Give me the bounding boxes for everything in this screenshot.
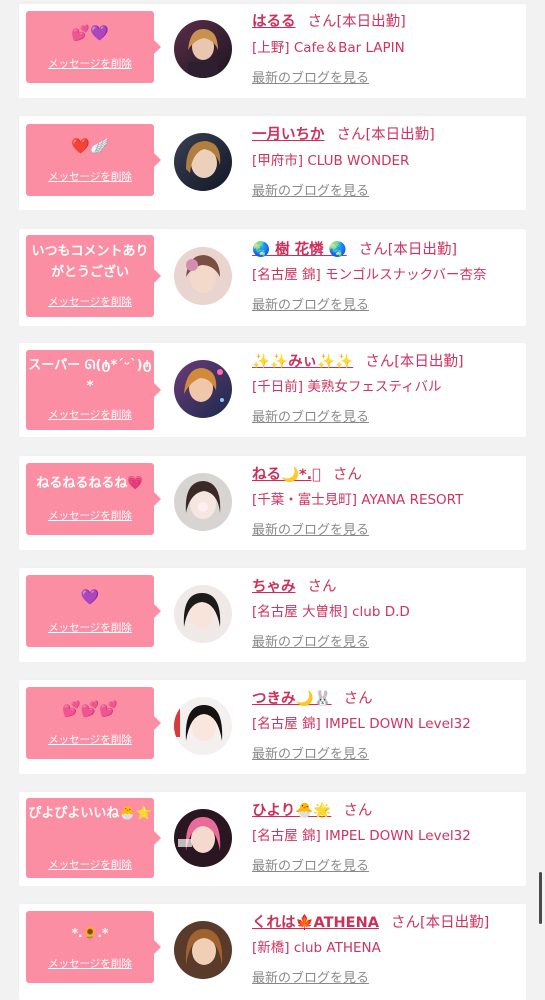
honorific: さん [332,467,362,483]
user-name-link[interactable]: つきみ🌙🐰 [252,691,332,707]
status-badge: [本日出勤] [365,127,435,143]
message-text: いつもコメントありがとうござい [31,244,149,280]
name-line: ✨✨みぃ✨✨ さん[本日出勤] [252,352,464,372]
list-item: 💜 メッセージを削除 ちゃみ さん [名古屋 大曽根] club D.D 最新のブ… [19,568,526,662]
avatar[interactable] [174,133,232,191]
avatar[interactable] [174,697,232,755]
latest-blog-link[interactable]: 最新のブログを見る [252,858,369,876]
message-text: 💕💜 [71,24,109,42]
honorific: さん [358,242,388,258]
avatar[interactable] [174,809,232,867]
name-line: はるる さん[本日出勤] [252,12,406,32]
user-name-link[interactable]: ひより🐣🌟 [252,803,331,819]
list-item: いつもコメントありがとうござい メッセージを削除 🌏 樹 花憐 🌏 さん[本日出勤… [19,229,526,326]
shop-name: [甲府市] CLUB WONDER [252,153,410,169]
shop-name: [名古屋 大曽根] club D.D [252,604,410,620]
scrollbar[interactable] [539,872,542,924]
latest-blog-link[interactable]: 最新のブログを見る [252,297,369,315]
shop-name: [名古屋 錦] IMPEL DOWN Level32 [252,828,471,844]
honorific: さん [365,354,395,370]
list-item: ぴよぴよいいね🐣⭐️ メッセージを削除 ひより🐣🌟 さん [名古屋 錦] IMPE… [19,792,526,886]
status-badge: [本日出勤] [419,915,490,931]
name-line: くれは🍁ATHENA さん[本日出勤] [252,913,489,933]
status-badge: [本日出勤] [394,354,464,370]
latest-blog-link[interactable]: 最新のブログを見る [252,970,369,988]
message-text: 💜 [80,588,100,606]
message-text: スーパー ᘏ(ტ*ˊᵕˋ)ტ* [28,358,152,394]
latest-blog-link[interactable]: 最新のブログを見る [252,70,369,88]
message-bubble: スーパー ᘏ(ტ*ˊᵕˋ)ტ* メッセージを削除 [26,350,161,430]
avatar[interactable] [174,20,232,78]
list-item: 💕💕💕 メッセージを削除 つきみ🌙🐰 さん [名古屋 錦] IMPEL DOWN … [19,680,526,774]
latest-blog-link[interactable]: 最新のブログを見る [252,522,369,540]
avatar[interactable] [174,360,232,418]
name-line: ねる🌙*.ﾟ さん [252,465,362,485]
message-bubble: ぴよぴよいいね🐣⭐️ メッセージを削除 [26,798,161,878]
list-item: ねるねるねるね💗 メッセージを削除 ねる🌙*.ﾟ さん [千葉・富士見町] AYA… [19,456,526,550]
list-item: ❤️🪽 メッセージを削除 一月いちか さん[本日出勤] [甲府市] CLUB WO… [19,116,526,210]
message-text: ぴよぴよいいね🐣⭐️ [28,806,152,821]
name-line: ひより🐣🌟 さん [252,801,372,821]
delete-message-link[interactable]: メッセージを削除 [26,957,154,971]
honorific: さん [343,803,373,819]
shop-name: [名古屋 錦] モンゴルスナックバー杏奈 [252,267,487,283]
message-bubble: 💕💜 メッセージを削除 [26,11,161,83]
avatar[interactable] [174,585,232,643]
message-bubble: 💕💕💕 メッセージを削除 [26,687,161,759]
shop-name: [千日前] 美熟女フェスティバル [252,379,442,395]
message-text: *.🌻.* [71,926,109,940]
shop-name: [上野] Cafe＆Bar LAPIN [252,40,405,56]
avatar[interactable] [174,247,232,305]
list-item: *.🌻.* メッセージを削除 くれは🍁ATHENA さん[本日出勤] [新橋] c… [19,904,526,1000]
user-name-link[interactable]: ねる🌙*.ﾟ [252,467,321,483]
delete-message-link[interactable]: メッセージを削除 [26,733,154,747]
user-name-link[interactable]: はるる [252,14,296,30]
status-badge: [本日出勤] [336,14,406,30]
message-text: ❤️🪽 [71,137,109,155]
delete-message-link[interactable]: メッセージを削除 [26,295,154,309]
shop-name: [名古屋 錦] IMPEL DOWN Level32 [252,716,471,732]
message-bubble: 💜 メッセージを削除 [26,575,161,647]
latest-blog-link[interactable]: 最新のブログを見る [252,409,369,427]
honorific: さん [336,127,366,143]
message-bubble: ねるねるねるね💗 メッセージを削除 [26,463,161,535]
latest-blog-link[interactable]: 最新のブログを見る [252,746,369,764]
delete-message-link[interactable]: メッセージを削除 [26,621,154,635]
user-name-link[interactable]: くれは🍁ATHENA [252,915,379,931]
honorific: さん [307,579,337,595]
list-item: 💕💜 メッセージを削除 はるる さん[本日出勤] [上野] Cafe＆Bar LA… [19,4,526,98]
name-line: 一月いちか さん[本日出勤] [252,125,435,145]
user-name-link[interactable]: 🌏 樹 花憐 🌏 [252,242,347,258]
honorific: さん [343,691,373,707]
message-text: ねるねるねるね💗 [36,476,144,491]
message-bubble: ❤️🪽 メッセージを削除 [26,124,161,196]
message-text: 💕💕💕 [61,700,119,718]
delete-message-link[interactable]: メッセージを削除 [26,170,154,184]
delete-message-link[interactable]: メッセージを削除 [26,408,154,422]
name-line: つきみ🌙🐰 さん [252,689,373,709]
delete-message-link[interactable]: メッセージを削除 [26,57,154,71]
honorific: さん [390,915,420,931]
name-line: 🌏 樹 花憐 🌏 さん[本日出勤] [252,240,457,260]
list-item: スーパー ᘏ(ტ*ˊᵕˋ)ტ* メッセージを削除 ✨✨みぃ✨✨ さん[本日出勤] … [19,343,526,437]
honorific: さん [307,14,337,30]
shop-name: [千葉・富士見町] AYANA RESORT [252,492,464,508]
user-name-link[interactable]: ✨✨みぃ✨✨ [252,354,353,370]
message-bubble: *.🌻.* メッセージを削除 [26,911,161,983]
shop-name: [新橋] club ATHENA [252,940,381,956]
user-name-link[interactable]: 一月いちか [252,127,325,143]
message-list: 💕💜 メッセージを削除 はるる さん[本日出勤] [上野] Cafe＆Bar LA… [0,0,545,1000]
latest-blog-link[interactable]: 最新のブログを見る [252,634,369,652]
avatar[interactable] [174,921,232,979]
avatar[interactable] [174,473,232,531]
status-badge: [本日出勤] [387,242,458,258]
name-line: ちゃみ さん [252,577,337,597]
latest-blog-link[interactable]: 最新のブログを見る [252,183,369,201]
user-name-link[interactable]: ちゃみ [252,579,296,595]
delete-message-link[interactable]: メッセージを削除 [26,858,154,872]
delete-message-link[interactable]: メッセージを削除 [26,509,154,523]
message-bubble: いつもコメントありがとうござい メッセージを削除 [26,235,161,317]
